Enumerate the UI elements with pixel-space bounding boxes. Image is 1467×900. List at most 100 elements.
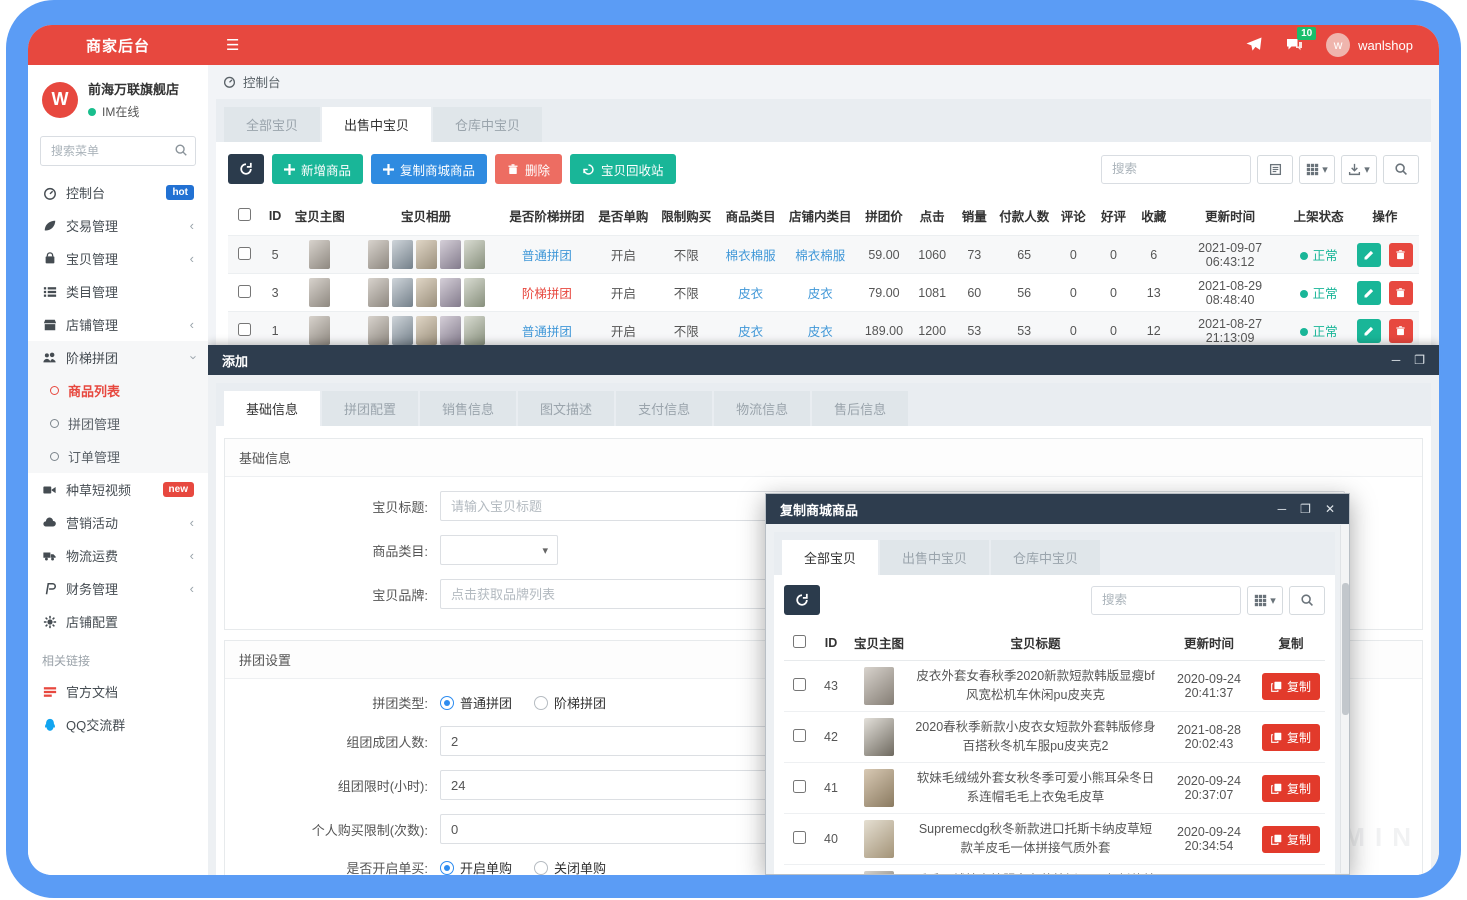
col-payers[interactable]: 付款人数 — [995, 196, 1053, 236]
col-status[interactable]: 上架状态 — [1286, 196, 1350, 236]
category-link[interactable]: 皮衣 — [718, 274, 784, 312]
product-album[interactable] — [354, 278, 497, 307]
add-product-button[interactable]: 新增商品 — [272, 154, 363, 184]
product-thumbnail[interactable] — [309, 278, 330, 307]
col-price[interactable]: 拼团价 — [857, 196, 911, 236]
shop-category-link[interactable]: 棉衣棉服 — [784, 236, 857, 274]
edit-button[interactable] — [1357, 281, 1381, 305]
messages-icon[interactable]: 10 — [1285, 36, 1304, 54]
sidebar-item-short-video[interactable]: 种草短视频 new — [28, 473, 208, 506]
group-type-link[interactable]: 普通拼团 — [502, 236, 592, 274]
sidebar-item-qq-group[interactable]: QQ交流群 — [28, 708, 208, 741]
copy-search-input[interactable] — [1091, 586, 1241, 615]
minimize-icon[interactable]: ─ — [1278, 502, 1287, 516]
sidebar-item-finance[interactable]: 财务管理 ‹ — [28, 572, 208, 605]
copy-modal-header[interactable]: 复制商城商品 ─ ❐ ✕ — [766, 494, 1349, 524]
sidebar-item-shop-config[interactable]: 店铺配置 — [28, 605, 208, 638]
row-checkbox[interactable] — [238, 247, 251, 260]
product-album[interactable] — [354, 240, 497, 269]
delete-row-button[interactable] — [1389, 243, 1413, 267]
scrollbar-thumb[interactable] — [1342, 583, 1349, 715]
row-checkbox[interactable] — [793, 678, 806, 691]
row-checkbox[interactable] — [238, 323, 251, 336]
sidebar-item-official-docs[interactable]: 官方文档 — [28, 675, 208, 708]
add-modal-header[interactable]: 添加 ─ ❐ — [208, 345, 1439, 375]
tab-all-goods[interactable]: 全部宝贝 — [782, 540, 878, 575]
tab-description[interactable]: 图文描述 — [518, 391, 614, 426]
sidebar-item-order-manage[interactable]: 订单管理 — [28, 440, 208, 473]
table-search-input[interactable] — [1101, 155, 1251, 184]
select-all-checkbox[interactable] — [238, 208, 251, 221]
columns-toggle-icon[interactable]: ▾ — [1247, 586, 1283, 615]
maximize-icon[interactable]: ❐ — [1300, 502, 1311, 516]
group-type-link[interactable]: 普通拼团 — [502, 312, 592, 350]
refresh-button[interactable] — [784, 585, 820, 615]
product-thumbnail[interactable] — [864, 667, 894, 705]
col-clicks[interactable]: 点击 — [911, 196, 953, 236]
sidebar-item-goods[interactable]: 宝贝管理 ‹ — [28, 242, 208, 275]
sidebar-item-dashboard[interactable]: 控制台 hot — [28, 176, 208, 209]
tab-warehouse-goods[interactable]: 仓库中宝贝 — [433, 107, 542, 142]
col-id[interactable]: ID — [261, 196, 289, 236]
product-thumbnail[interactable] — [309, 316, 330, 345]
col-sales[interactable]: 销量 — [953, 196, 995, 236]
row-checkbox[interactable] — [793, 831, 806, 844]
tab-all-goods[interactable]: 全部宝贝 — [224, 107, 320, 142]
edit-button[interactable] — [1357, 319, 1381, 343]
sidebar-item-category[interactable]: 类目管理 — [28, 275, 208, 308]
col-shop-category[interactable]: 店铺内类目 — [784, 196, 857, 236]
copy-row-button[interactable]: 复制 — [1262, 775, 1320, 802]
col-category[interactable]: 商品类目 — [718, 196, 784, 236]
export-icon[interactable]: ▾ — [1341, 155, 1377, 184]
delete-row-button[interactable] — [1389, 281, 1413, 305]
row-checkbox[interactable] — [238, 285, 251, 298]
tab-group-config[interactable]: 拼团配置 — [322, 391, 418, 426]
row-checkbox[interactable] — [793, 780, 806, 793]
product-thumbnail[interactable] — [864, 820, 894, 858]
maximize-icon[interactable]: ❐ — [1414, 353, 1425, 367]
tab-sales-info[interactable]: 销售信息 — [420, 391, 516, 426]
copy-mall-product-button[interactable]: 复制商城商品 — [371, 154, 487, 184]
col-limit[interactable]: 限制购买 — [655, 196, 718, 236]
send-icon[interactable] — [1245, 36, 1263, 54]
tab-aftersale-info[interactable]: 售后信息 — [812, 391, 908, 426]
col-praise[interactable]: 好评 — [1093, 196, 1133, 236]
tab-onsale-goods[interactable]: 出售中宝贝 — [322, 107, 431, 142]
columns-toggle-icon[interactable]: ▾ — [1299, 155, 1335, 184]
modal-scrollbar[interactable] — [1340, 525, 1349, 873]
sidebar-item-trade[interactable]: 交易管理 ‹ — [28, 209, 208, 242]
tab-basic-info[interactable]: 基础信息 — [224, 391, 320, 426]
col-comments[interactable]: 评论 — [1053, 196, 1093, 236]
sidebar-item-marketing[interactable]: 营销活动 ‹ — [28, 506, 208, 539]
col-single-buy[interactable]: 是否单购 — [592, 196, 655, 236]
tab-payment-info[interactable]: 支付信息 — [616, 391, 712, 426]
minimize-icon[interactable]: ─ — [1392, 353, 1401, 367]
tab-onsale-goods[interactable]: 出售中宝贝 — [880, 540, 989, 575]
product-thumbnail[interactable] — [864, 718, 894, 756]
col-favorites[interactable]: 收藏 — [1134, 196, 1174, 236]
col-updated[interactable]: 更新时间 — [1174, 196, 1287, 236]
sidebar-item-ladder-group[interactable]: 阶梯拼团 ‹ — [28, 341, 208, 374]
col-id[interactable]: ID — [814, 625, 848, 661]
product-album[interactable] — [354, 316, 497, 345]
copy-row-button[interactable]: 复制 — [1262, 826, 1320, 853]
delete-row-button[interactable] — [1389, 319, 1413, 343]
row-checkbox[interactable] — [793, 729, 806, 742]
col-updated[interactable]: 更新时间 — [1161, 625, 1257, 661]
search-submit-icon[interactable] — [1383, 155, 1419, 184]
product-thumbnail[interactable] — [864, 871, 894, 874]
edit-button[interactable] — [1357, 243, 1381, 267]
shop-category-link[interactable]: 皮衣 — [784, 274, 857, 312]
col-is-ladder[interactable]: 是否阶梯拼团 — [502, 196, 592, 236]
copy-row-button[interactable]: 复制 — [1262, 673, 1320, 700]
col-title[interactable]: 宝贝标题 — [910, 625, 1161, 661]
close-icon[interactable]: ✕ — [1325, 502, 1335, 516]
hamburger-icon[interactable]: ☰ — [208, 36, 257, 54]
copy-row-button[interactable]: 复制 — [1262, 724, 1320, 751]
product-thumbnail[interactable] — [864, 769, 894, 807]
radio-ladder-group[interactable]: 阶梯拼团 — [534, 693, 606, 712]
tab-logistics-info[interactable]: 物流信息 — [714, 391, 810, 426]
select-all-checkbox[interactable] — [793, 635, 806, 648]
search-submit-icon[interactable] — [1289, 586, 1325, 615]
category-select[interactable]: ▾ — [440, 535, 558, 565]
